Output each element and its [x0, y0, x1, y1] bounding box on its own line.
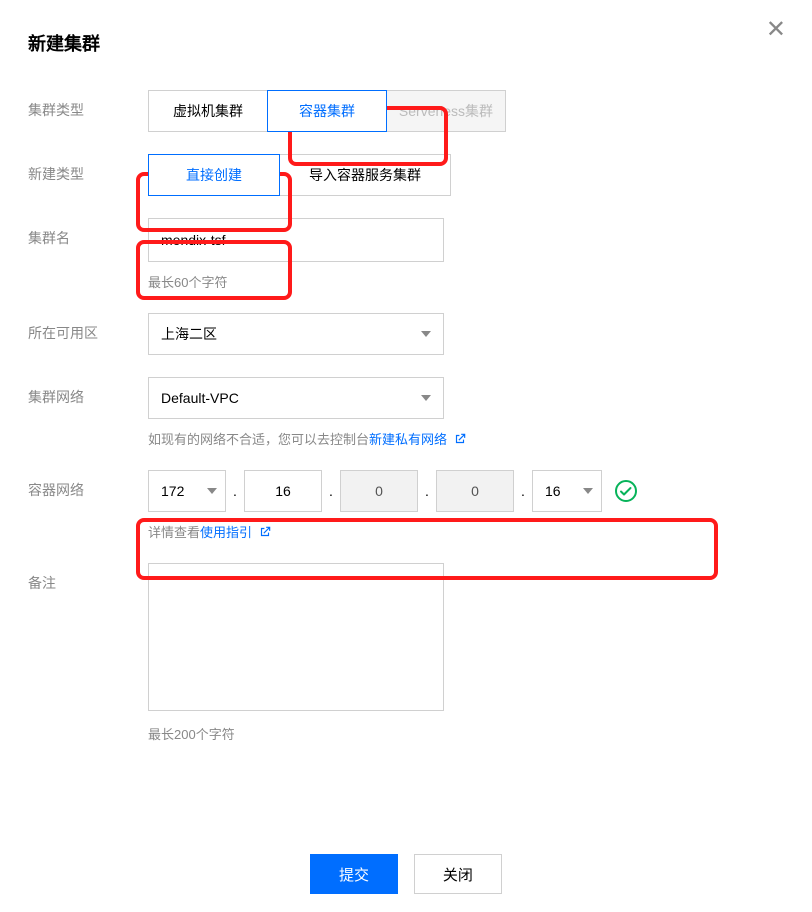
label-zone: 所在可用区: [28, 313, 148, 343]
create-type-segmented: 直接创建 导入容器服务集群: [148, 154, 451, 196]
create-type-option-direct[interactable]: 直接创建: [148, 154, 280, 196]
close-button[interactable]: 关闭: [414, 854, 502, 894]
external-link-icon: [258, 525, 272, 539]
cluster-name-input[interactable]: [148, 218, 444, 262]
close-icon[interactable]: ✕: [766, 18, 786, 42]
zone-select-value: 上海二区: [161, 324, 217, 344]
ip-octet-d-input: [436, 470, 514, 512]
label-container-net: 容器网络: [28, 470, 148, 500]
label-remark: 备注: [28, 563, 148, 593]
remark-hint: 最长200个字符: [148, 724, 784, 743]
cidr-select[interactable]: 16: [532, 470, 602, 512]
ip-octet-a-select[interactable]: 172: [148, 470, 226, 512]
cluster-name-hint: 最长60个字符: [148, 272, 784, 291]
chevron-down-icon: [583, 488, 593, 494]
remark-textarea[interactable]: [148, 563, 444, 711]
dialog-title: 新建集群: [28, 30, 784, 56]
validation-ok-icon: [614, 479, 638, 503]
chevron-down-icon: [421, 395, 431, 401]
ip-octet-b-input[interactable]: [244, 470, 322, 512]
network-select-value: Default-VPC: [161, 390, 239, 406]
chevron-down-icon: [421, 331, 431, 337]
container-net-hint: 详情查看使用指引: [148, 522, 784, 541]
network-hint: 如现有的网络不合适，您可以去控制台新建私有网络: [148, 429, 784, 448]
cluster-type-segmented: 虚拟机集群 容器集群 Serverless集群: [148, 90, 506, 132]
external-link-icon: [453, 432, 467, 446]
cluster-type-option-container[interactable]: 容器集群: [267, 90, 387, 132]
container-net-input-row: 172 . . . . 16: [148, 470, 784, 512]
label-network: 集群网络: [28, 377, 148, 407]
label-cluster-name: 集群名: [28, 218, 148, 248]
cluster-type-option-serverless[interactable]: Serverless集群: [386, 90, 506, 132]
submit-button[interactable]: 提交: [310, 854, 398, 894]
usage-guide-link[interactable]: 使用指引: [200, 525, 252, 540]
new-vpc-link[interactable]: 新建私有网络: [369, 432, 447, 447]
ip-octet-c-input: [340, 470, 418, 512]
network-select[interactable]: Default-VPC: [148, 377, 444, 419]
cluster-type-option-vm[interactable]: 虚拟机集群: [148, 90, 268, 132]
create-type-option-import[interactable]: 导入容器服务集群: [279, 154, 451, 196]
label-cluster-type: 集群类型: [28, 90, 148, 120]
label-create-type: 新建类型: [28, 154, 148, 184]
chevron-down-icon: [207, 488, 217, 494]
zone-select[interactable]: 上海二区: [148, 313, 444, 355]
